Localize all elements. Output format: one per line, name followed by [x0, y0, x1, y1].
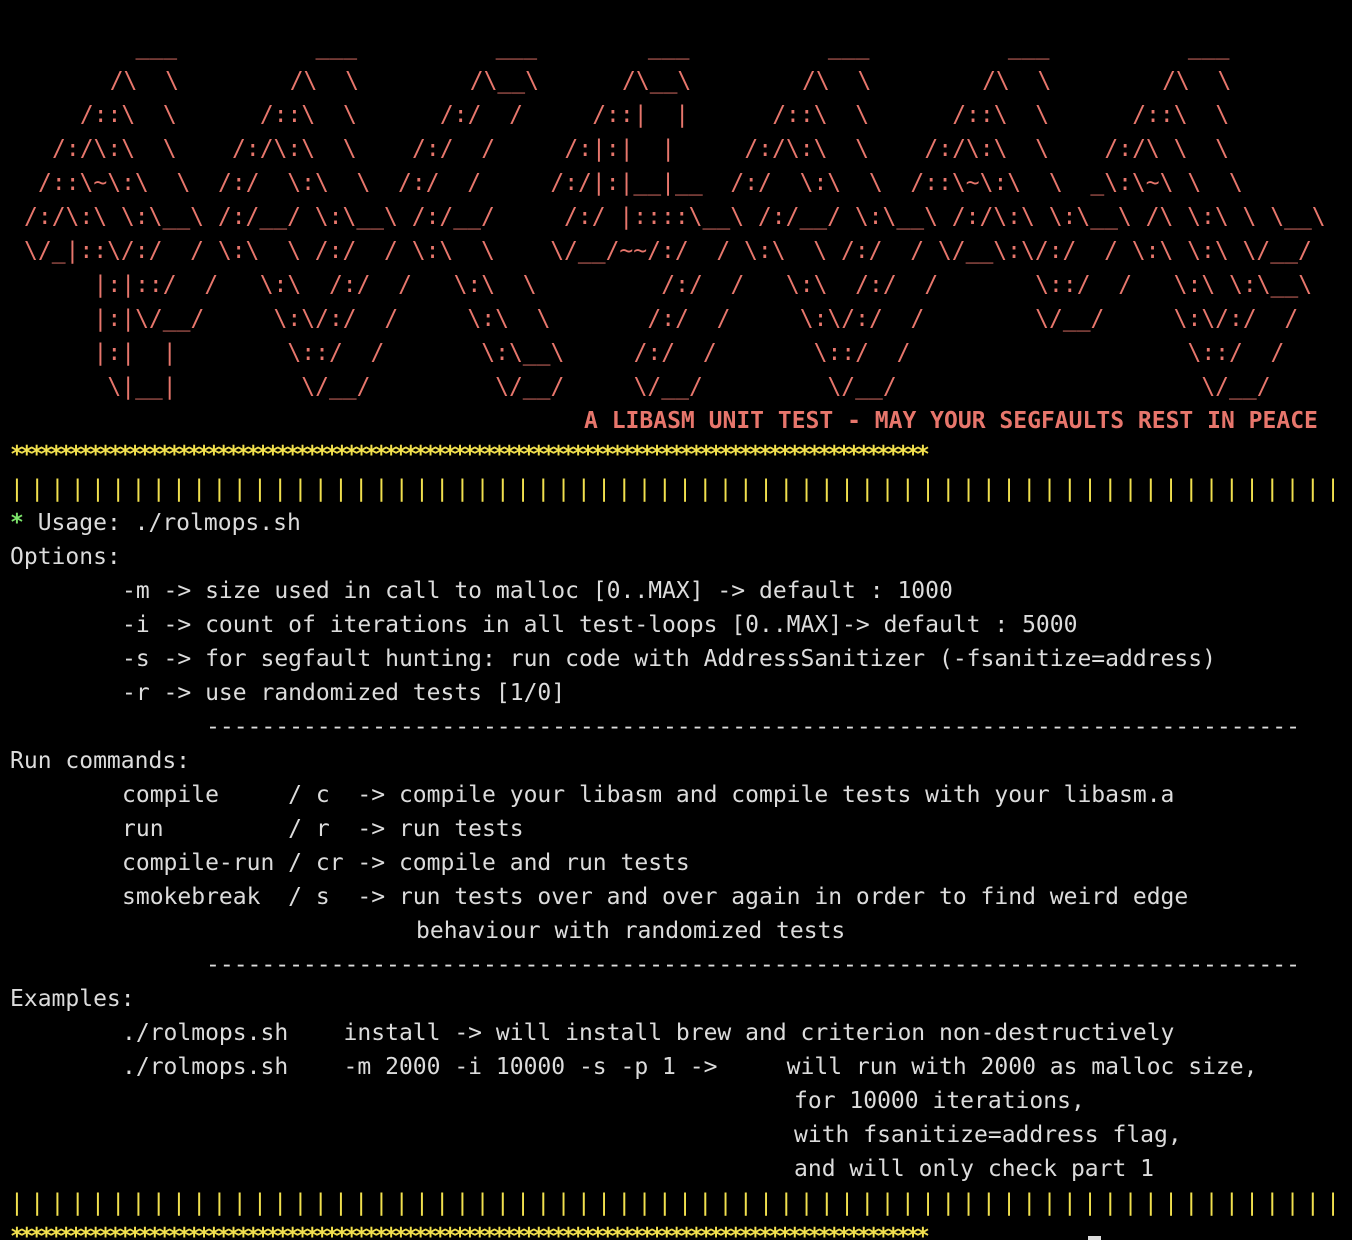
- usage-bullet: *: [10, 510, 24, 536]
- options-heading: Options:: [10, 544, 121, 570]
- option-item: -i -> count of iterations in all test-lo…: [122, 612, 1078, 638]
- tagline: A LIBASM UNIT TEST - MAY YOUR SEGFAULTS …: [584, 408, 1318, 434]
- ascii-art-line: \/_|::\/:/ / \:\ \ /:/ / \:\ \ \/__/~~/:…: [24, 238, 1312, 264]
- ascii-art-line: \|__| \/__/ \/__/ \/__/ \/__/ \/__/: [52, 374, 1271, 400]
- ascii-art-line: |:| | \::/ / \:\__\ /:/ / \::/ / \::/ /: [52, 340, 1285, 366]
- ascii-art-line: /:/\:\ \:\__\ /:/__/ \:\__\ /:/__/ /:/ |…: [24, 204, 1326, 230]
- ascii-art-line: /:/\:\ \ /:/\:\ \ /:/ / /:|:| | /:/\:\ \…: [52, 136, 1230, 162]
- ascii-art-line: |:|::/ / \:\ /:/ / \:\ \ /:/ / \:\ /:/ /…: [52, 272, 1313, 298]
- separator-line: ----------------------------------------…: [206, 714, 1300, 740]
- pipes-border-top: ||||||||||||||||||||||||||||||||||||||||…: [10, 476, 1352, 502]
- option-item: -s -> for segfault hunting: run code wit…: [122, 646, 1216, 672]
- ascii-art-line: ___ ___ ___ ___ ___ ___ ___: [94, 34, 1230, 60]
- examples-heading: Examples:: [10, 986, 135, 1012]
- run-command-item: compile-run / cr -> compile and run test…: [122, 850, 690, 876]
- run-command-item: compile / c -> compile your libasm and c…: [122, 782, 1175, 808]
- separator-line: ----------------------------------------…: [206, 952, 1300, 978]
- option-item: -m -> size used in call to malloc [0..MA…: [122, 578, 953, 604]
- run-command-continuation: behaviour with randomized tests: [416, 918, 846, 944]
- run-command-item: smokebreak / s -> run tests over and ove…: [122, 884, 1189, 910]
- run-commands-heading: Run commands:: [10, 748, 191, 774]
- option-item: -r -> use randomized tests [1/0]: [122, 680, 566, 706]
- stars-border-top: ****************************************…: [10, 442, 930, 468]
- ascii-art-logo: ___ ___ ___ ___ ___ ___ ___ /\ \ /\ \ /\…: [0, 0, 1352, 404]
- usage-line: * Usage: ./rolmops.sh: [0, 506, 1352, 540]
- ascii-art-line: /::\ \ /::\ \ /:/ / /::| | /::\ \ /::\ \…: [66, 102, 1230, 128]
- terminal-window[interactable]: ___ ___ ___ ___ ___ ___ ___ /\ \ /\ \ /\…: [0, 0, 1352, 1240]
- example-continuation: for 10000 iterations,: [794, 1088, 1085, 1114]
- usage-text: Usage: ./rolmops.sh: [23, 510, 301, 536]
- example-continuation: and will only check part 1: [794, 1156, 1155, 1182]
- text-cursor: [1088, 1236, 1101, 1240]
- example-item: ./rolmops.sh install -> will install bre…: [122, 1020, 1175, 1046]
- stars-border-bottom: ****************************************…: [10, 1224, 930, 1240]
- run-command-item: run / r -> run tests: [122, 816, 524, 842]
- ascii-art-line: /\ \ /\ \ /\__\ /\__\ /\ \ /\ \ /\ \: [82, 68, 1232, 94]
- ascii-art-line: |:|\/__/ \:\/:/ / \:\ \ /:/ / \:\/:/ / \…: [52, 306, 1299, 332]
- ascii-art-line: /::\~\:\ \ /:/ \:\ \ /:/ / /:/|:|__|__ /…: [38, 170, 1243, 196]
- pipes-border-bottom: ||||||||||||||||||||||||||||||||||||||||…: [10, 1190, 1352, 1216]
- example-continuation: with fsanitize=address flag,: [794, 1122, 1182, 1148]
- example-item: ./rolmops.sh -m 2000 -i 10000 -s -p 1 ->…: [122, 1054, 1258, 1080]
